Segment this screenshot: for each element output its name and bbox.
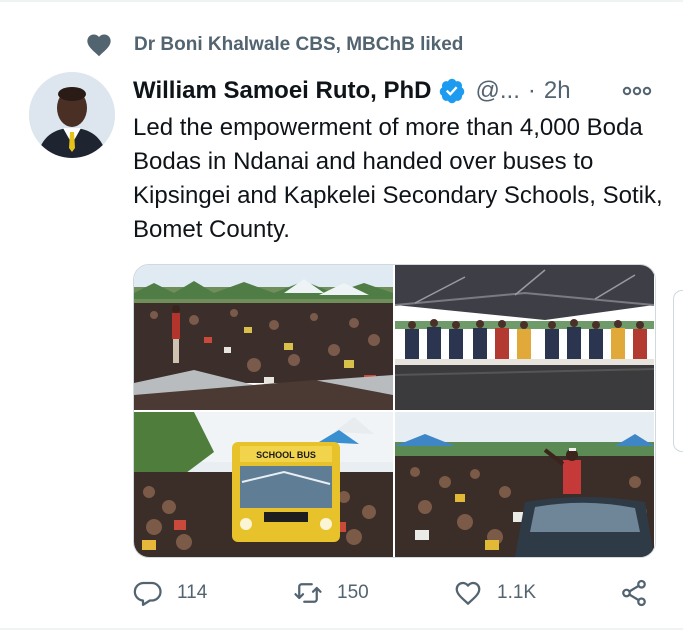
reply-count: 114 — [177, 582, 208, 603]
like-button[interactable]: 1.1K — [453, 578, 536, 608]
media-grid: SCHOOL BUS — [133, 264, 656, 558]
retweet-icon — [294, 583, 322, 603]
photo-dignitaries-tent[interactable] — [395, 265, 654, 410]
tweet-header: William Samoei Ruto, PhD @... · 2h — [133, 74, 663, 108]
photo-crowd-speaker[interactable] — [134, 265, 393, 410]
social-context-text: Dr Boni Khalwale CBS, MBChB liked — [134, 34, 464, 55]
retweet-button[interactable]: 150 — [293, 578, 369, 608]
like-count: 1.1K — [497, 582, 537, 603]
avatar[interactable] — [29, 72, 115, 158]
reply-button[interactable]: 114 — [133, 578, 207, 608]
heart-icon — [87, 34, 111, 57]
tweet-actions: 114 150 1.1K — [133, 575, 663, 611]
reply-icon — [133, 581, 162, 606]
bus-sign-text: SCHOOL BUS — [256, 450, 316, 460]
photo-car-crowd[interactable] — [395, 412, 654, 557]
verified-badge-icon — [439, 78, 464, 104]
header-separator: · — [527, 77, 536, 104]
share-icon — [622, 579, 646, 607]
retweet-count: 150 — [337, 582, 369, 603]
adjacent-card-edge — [673, 290, 683, 452]
tweet-text: Led the empowerment of more than 4,000 B… — [133, 114, 663, 243]
social-context[interactable]: Dr Boni Khalwale CBS, MBChB liked — [84, 30, 463, 60]
tweet-timestamp[interactable]: 2h — [544, 77, 571, 105]
author-name[interactable]: William Samoei Ruto, PhD — [133, 77, 432, 105]
top-divider — [0, 0, 683, 2]
bottom-divider — [0, 628, 683, 630]
avatar-image — [29, 72, 115, 158]
photo-school-bus[interactable]: SCHOOL BUS — [134, 412, 393, 557]
author-handle[interactable]: @... — [476, 77, 520, 105]
heart-outline-icon — [455, 581, 481, 606]
share-button[interactable] — [619, 578, 663, 608]
more-options-icon[interactable] — [621, 80, 653, 102]
